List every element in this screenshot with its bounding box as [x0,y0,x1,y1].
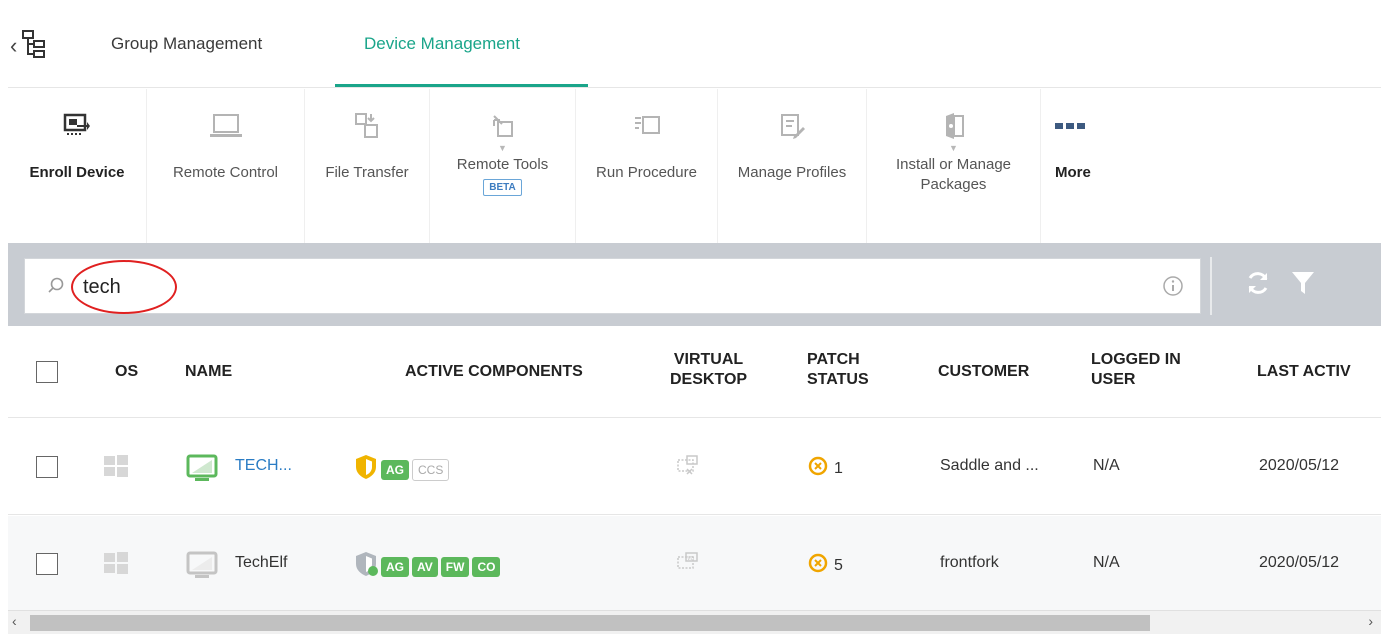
logged-in-user: N/A [1093,554,1120,571]
logged-in-user: N/A [1093,457,1120,474]
remote-control-button[interactable]: Remote Control [147,89,305,243]
device-toolbar: Enroll Device Remote Control File Transf… [8,89,1381,243]
shield-warning-icon [354,454,378,485]
virtual-desktop-disabled-icon [675,455,699,477]
patch-warning-icon [808,456,828,481]
shield-check-icon [354,551,378,582]
remote-tools-icon [490,111,516,141]
scroll-right-arrow[interactable]: › [1368,613,1373,629]
file-transfer-button[interactable]: File Transfer [305,89,430,243]
device-name-link[interactable]: TechElf [235,554,287,572]
more-button[interactable]: More [1041,89,1131,243]
row-checkbox[interactable] [36,456,58,478]
active-tab-indicator [335,84,588,87]
device-offline-icon [186,551,218,579]
active-components: AG CCS [354,454,450,485]
search-highlight-annotation [71,260,177,314]
column-header-virtual-desktop[interactable]: VIRTUAL DESKTOP [670,350,747,390]
remote-tools-button[interactable]: ▼ Remote Tools BETA [430,89,576,243]
patch-status[interactable]: 1 [808,456,843,481]
enroll-device-icon [63,111,91,141]
select-all-checkbox[interactable] [36,361,58,383]
beta-badge: BETA [483,179,522,196]
active-components: AG AV FW CO [354,551,501,582]
scrollbar-thumb[interactable] [30,615,1150,631]
component-badge-ag: AG [381,556,409,577]
tab-group-management[interactable]: Group Management [111,34,262,54]
column-header-active-components[interactable]: ACTIVE COMPONENTS [405,362,583,382]
column-header-last-active[interactable]: LAST ACTIV [1257,362,1351,382]
device-management-page: ‹ Group Management Device Management Enr… [8,4,1381,634]
customer-name: Saddle and ... [940,457,1039,474]
column-header-patch-status[interactable]: PATCH STATUS [807,350,869,390]
component-badge-ag: AG [381,459,409,480]
scroll-left-arrow[interactable]: ‹ [12,613,17,629]
table-row[interactable]: TECH... AG CCS 1 Saddle and ... N/A 2020… [8,419,1381,515]
column-header-logged-in-user[interactable]: LOGGED IN USER [1091,350,1181,390]
file-transfer-icon [354,111,380,141]
filter-icon[interactable] [1290,269,1316,302]
search-icon [47,277,65,300]
svg-text:VD: VD [687,556,694,562]
band-divider [1210,257,1212,315]
windows-icon [104,552,128,574]
virtual-desktop-icon: VD [675,552,699,574]
info-icon[interactable] [1162,275,1184,302]
component-badge-ccs: CCS [412,458,450,481]
component-badge-av: AV [412,556,438,577]
column-header-customer[interactable]: CUSTOMER [938,362,1029,382]
tree-icon [21,29,47,64]
search-band [8,243,1381,326]
last-active: 2020/05/12 [1259,554,1340,571]
last-active: 2020/05/12 [1259,457,1340,474]
table-header: OS NAME ACTIVE COMPONENTS VIRTUAL DESKTO… [8,326,1381,418]
horizontal-scrollbar[interactable]: ‹ › [8,610,1381,634]
search-input[interactable] [83,271,1133,303]
customer-name: frontfork [940,554,999,571]
tab-device-management[interactable]: Device Management [364,34,520,54]
install-packages-button[interactable]: ▼ Install or Manage Packages [867,89,1041,243]
refresh-icon[interactable] [1244,269,1272,302]
patch-status[interactable]: 5 [808,553,843,578]
component-badge-fw: FW [440,556,470,577]
package-icon [942,111,966,141]
table-row[interactable]: TechElf AG AV FW CO VD 5 frontfork N/A 2… [8,516,1381,612]
chevron-down-icon: ▼ [498,143,507,153]
column-header-os[interactable]: OS [115,362,138,382]
windows-icon [104,455,128,477]
more-dots-icon [1055,111,1085,141]
run-procedure-button[interactable]: Run Procedure [576,89,718,243]
column-header-name[interactable]: NAME [185,362,232,382]
monitor-icon [209,111,243,141]
search-box [24,258,1201,314]
group-tree-toggle[interactable]: ‹ [10,24,66,68]
device-name-link[interactable]: TECH... [235,457,292,475]
row-checkbox[interactable] [36,553,58,575]
run-procedure-icon [633,111,661,141]
manage-profiles-icon [778,111,806,141]
component-badge-co: CO [472,556,501,577]
patch-warning-icon [808,553,828,578]
device-online-icon [186,454,218,482]
chevron-down-icon: ▼ [949,143,958,153]
chevron-left-icon: ‹ [10,33,18,58]
manage-profiles-button[interactable]: Manage Profiles [718,89,867,243]
tab-bar: ‹ Group Management Device Management [8,4,1381,88]
enroll-device-button[interactable]: Enroll Device [8,89,147,243]
